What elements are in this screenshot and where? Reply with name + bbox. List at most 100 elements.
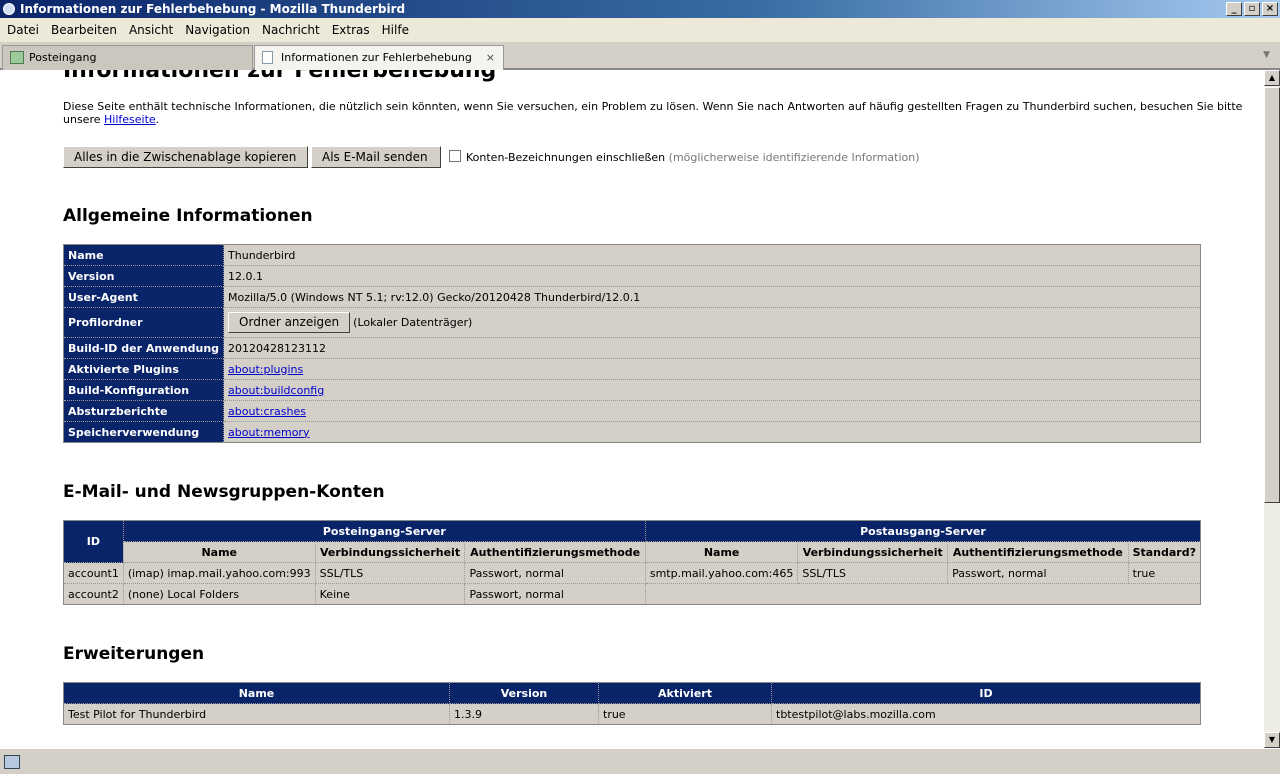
table-row: Version 12.0.1 [62, 265, 1201, 287]
row-label: Absturzberichte [62, 400, 225, 422]
row-value: Ordner anzeigen (Lokaler Datenträger) [223, 307, 1201, 338]
page-title: Informationen zur Fehlerbehebung [63, 70, 497, 83]
row-value: 20120428123112 [223, 337, 1201, 359]
menu-ansicht[interactable]: Ansicht [124, 23, 178, 37]
show-folder-button[interactable]: Ordner anzeigen [228, 312, 351, 333]
row-value: 12.0.1 [223, 265, 1201, 287]
help-link[interactable]: Hilfeseite [104, 113, 156, 126]
cell: true [1127, 562, 1202, 584]
cell-value: Mozilla/5.0 (Windows NT 5.1; rv:12.0) Ge… [228, 290, 641, 304]
include-accounts-label: Konten-Bezeichnungen einschließen (mögli… [466, 151, 920, 164]
about-link[interactable]: about:buildconfig [228, 384, 324, 397]
cell-value: 12.0.1 [228, 269, 264, 283]
tab-troubleshooting[interactable]: Informationen zur Fehlerbehebung × [254, 45, 504, 70]
cell: SSL/TLS [797, 562, 949, 584]
intro-text: Diese Seite enthält technische Informati… [63, 100, 1264, 126]
table-row: Aktivierte Plugins about:plugins [62, 358, 1201, 380]
empty-cell [644, 583, 1202, 605]
accounts-heading: E-Mail- und Newsgruppen-Konten [63, 482, 385, 502]
table-row: User-Agent Mozilla/5.0 (Windows NT 5.1; r… [62, 286, 1201, 308]
table-row: Test Pilot for Thunderbird 1.3.9 true tb… [63, 703, 1201, 725]
row-value: Mozilla/5.0 (Windows NT 5.1; rv:12.0) Ge… [223, 286, 1201, 308]
tab-label: Posteingang [29, 51, 97, 64]
intro-end: . [155, 113, 160, 126]
document-icon [262, 51, 273, 64]
general-heading: Allgemeine Informationen [63, 206, 313, 226]
thunderbird-icon [3, 3, 15, 15]
cell: (imap) imap.mail.yahoo.com:993 [122, 562, 316, 584]
close-button[interactable]: × [1262, 2, 1278, 16]
cell: tbtestpilot@labs.mozilla.com [771, 703, 1201, 725]
tab-posteingang[interactable]: Posteingang [2, 45, 253, 70]
title-bar: Informationen zur Fehlerbehebung - Mozil… [0, 0, 1280, 18]
col-header: Aktiviert [598, 682, 772, 704]
status-bar [0, 748, 1280, 774]
inbox-icon [10, 51, 24, 64]
scrollbar-thumb[interactable] [1264, 87, 1280, 503]
cell: account2 [63, 583, 124, 605]
cell: true [598, 703, 772, 725]
col-header: Verbindungssicherheit [314, 541, 466, 563]
id-header: ID [63, 520, 124, 563]
about-link[interactable]: about:memory [228, 426, 309, 439]
menu-bearbeiten[interactable]: Bearbeiten [46, 23, 122, 37]
cell: account1 [63, 562, 124, 584]
general-table: Name Thunderbird Version 12.0.1 User-Agent Mo… [62, 244, 1201, 443]
row-value: about:buildconfig [223, 379, 1201, 401]
checkbox-hint: (möglicherweise identifizierende Informa… [668, 151, 920, 164]
cell: Test Pilot for Thunderbird [63, 703, 450, 725]
incoming-header: Posteingang-Server [122, 520, 646, 542]
row-value: about:plugins [223, 358, 1201, 380]
close-tab-icon[interactable]: × [486, 46, 495, 70]
col-header: Name [122, 541, 316, 563]
extensions-heading: Erweiterungen [63, 644, 205, 664]
cell: Passwort, normal [464, 583, 646, 605]
row-value: about:memory [223, 421, 1201, 443]
col-header: Name [63, 682, 450, 704]
tab-list-icon[interactable]: ▼ [1263, 50, 1270, 60]
send-email-button[interactable]: Als E-Mail senden [311, 146, 441, 168]
menu-nachricht[interactable]: Nachricht [257, 23, 325, 37]
col-header: Verbindungssicherheit [797, 541, 949, 563]
cell: Passwort, normal [464, 562, 646, 584]
row-label: User-Agent [62, 286, 225, 308]
checkbox-label: Konten-Bezeichnungen einschließen [466, 151, 666, 164]
menu-extras[interactable]: Extras [327, 23, 375, 37]
maximize-button[interactable]: ▫ [1244, 2, 1260, 16]
about-link[interactable]: about:plugins [228, 363, 303, 376]
tab-label: Informationen zur Fehlerbehebung [281, 51, 472, 64]
scroll-up-icon[interactable]: ▲ [1264, 70, 1280, 86]
copy-to-clipboard-button[interactable]: Alles in die Zwischenablage kopieren [63, 146, 308, 168]
cell: Keine [314, 583, 466, 605]
col-header: Version [449, 682, 599, 704]
table-row: Build-Konfiguration about:buildconfig [62, 379, 1201, 401]
menu-datei[interactable]: Datei [2, 23, 44, 37]
accounts-table: ID Posteingang-Server Postausgang-Server… [63, 520, 1202, 605]
cell-value: 20120428123112 [228, 341, 327, 355]
table-row: Name Thunderbird [62, 244, 1201, 266]
about-link[interactable]: about:crashes [228, 405, 306, 418]
cell: SSL/TLS [314, 562, 466, 584]
minimize-button[interactable]: _ [1226, 2, 1242, 16]
menu-hilfe[interactable]: Hilfe [377, 23, 414, 37]
menu-navigation[interactable]: Navigation [180, 23, 255, 37]
col-header: ID [771, 682, 1201, 704]
row-value: about:crashes [223, 400, 1201, 422]
row-label: Build-Konfiguration [62, 379, 225, 401]
offline-status-icon[interactable] [4, 755, 20, 769]
row-label: Aktivierte Plugins [62, 358, 225, 380]
col-header: Authentifizierungsmethode [464, 541, 646, 563]
cell-value: Thunderbird [228, 248, 296, 262]
include-accounts-checkbox[interactable] [449, 150, 461, 162]
col-header: Standard? [1127, 541, 1202, 563]
table-row: account1 (imap) imap.mail.yahoo.com:993 … [63, 562, 1202, 584]
vertical-scrollbar[interactable]: ▲ ▼ [1264, 70, 1280, 748]
table-row: account2 (none) Local Folders Keine Pass… [63, 583, 1202, 605]
scroll-down-icon[interactable]: ▼ [1264, 732, 1280, 748]
cell: 1.3.9 [449, 703, 599, 725]
table-row: Absturzberichte about:crashes [62, 400, 1201, 422]
row-value: Thunderbird [223, 244, 1201, 266]
row-label: Build-ID der Anwendung [62, 337, 225, 359]
row-label: Version [62, 265, 225, 287]
row-label: Profilordner [62, 307, 225, 338]
